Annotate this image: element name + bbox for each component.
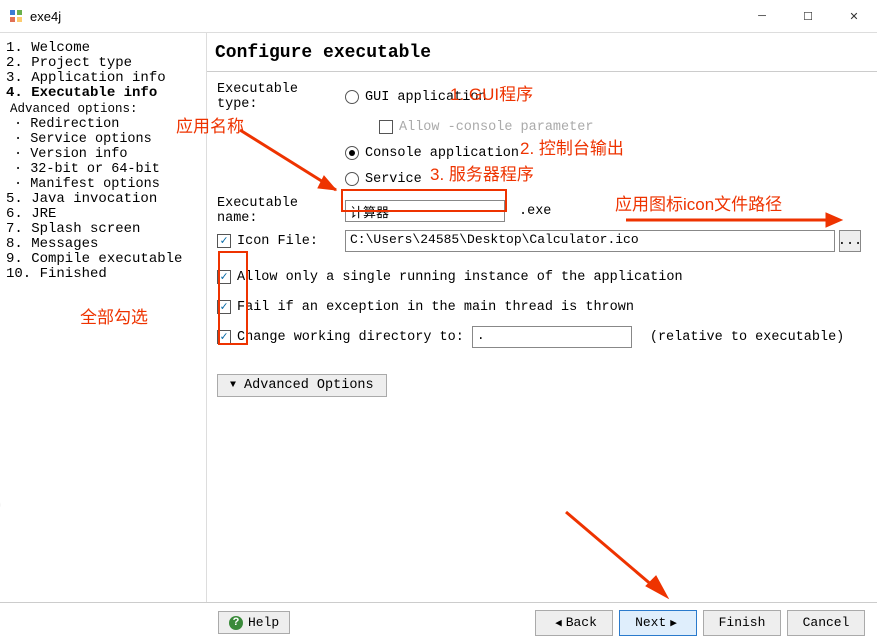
icon-path-input[interactable]: C:\Users\24585\Desktop\Calculator.ico: [345, 230, 835, 252]
radio-gui-label: GUI application: [365, 90, 487, 105]
step-executable-info[interactable]: 4. Executable info: [4, 86, 202, 101]
step-finished[interactable]: 10. Finished: [4, 267, 202, 282]
step-java-invocation[interactable]: 5. Java invocation: [4, 192, 202, 207]
step-welcome[interactable]: 1. Welcome: [4, 41, 202, 56]
exe-suffix: .exe: [519, 204, 551, 219]
step-messages[interactable]: 8. Messages: [4, 237, 202, 252]
working-dir-label: Change working directory to:: [237, 330, 464, 345]
exec-type-label: Executable type:: [217, 82, 345, 112]
fail-exception-label: Fail if an exception in the main thread …: [237, 300, 634, 315]
cancel-button[interactable]: Cancel: [787, 610, 865, 636]
step-compile-executable[interactable]: 9. Compile executable: [4, 252, 202, 267]
advanced-options-button[interactable]: ▼ Advanced Options: [217, 374, 387, 397]
help-button[interactable]: ? Help: [218, 611, 290, 634]
advanced-options-header: Advanced options:: [4, 102, 202, 117]
wizard-steps: 1. Welcome 2. Project type 3. Applicatio…: [0, 33, 206, 602]
working-dir-input[interactable]: .: [472, 326, 632, 348]
title-bar: exe4j ─ ☐ ✕: [0, 0, 877, 33]
browse-button[interactable]: ...: [839, 230, 861, 252]
checkbox-fail-exception[interactable]: [217, 300, 231, 314]
checkbox-icon-file[interactable]: [217, 234, 231, 248]
radio-gui[interactable]: [345, 90, 359, 104]
step-splash-screen[interactable]: 7. Splash screen: [4, 222, 202, 237]
step-manifest-options[interactable]: · Manifest options: [4, 177, 202, 192]
step-32-64-bit[interactable]: · 32-bit or 64-bit: [4, 162, 202, 177]
content-pane: Configure executable Executable type: GU…: [206, 33, 877, 602]
arrow-right-icon: ▶: [670, 616, 677, 630]
step-service-options[interactable]: · Service options: [4, 132, 202, 147]
back-button[interactable]: ◀Back: [535, 610, 613, 636]
single-instance-label: Allow only a single running instance of …: [237, 270, 683, 285]
maximize-button[interactable]: ☐: [785, 0, 831, 32]
help-icon: ?: [229, 616, 243, 630]
advanced-options-label: Advanced Options: [244, 378, 374, 393]
radio-console-label: Console application: [365, 146, 519, 161]
checkbox-single-instance[interactable]: [217, 270, 231, 284]
working-dir-hint: (relative to executable): [650, 330, 844, 345]
step-redirection[interactable]: · Redirection: [4, 117, 202, 132]
arrow-left-icon: ◀: [555, 616, 562, 630]
step-project-type[interactable]: 2. Project type: [4, 56, 202, 71]
step-version-info[interactable]: · Version info: [4, 147, 202, 162]
app-icon: [8, 8, 24, 24]
radio-service[interactable]: [345, 172, 359, 186]
radio-console[interactable]: [345, 146, 359, 160]
checkbox-allow-console[interactable]: [379, 120, 393, 134]
close-button[interactable]: ✕: [831, 0, 877, 32]
help-label: Help: [248, 615, 279, 630]
wizard-footer: ? Help ◀Back Next▶ Finish Cancel: [0, 602, 877, 642]
radio-service-label: Service: [365, 172, 422, 187]
minimize-button[interactable]: ─: [739, 0, 785, 32]
page-title: Configure executable: [207, 33, 877, 72]
allow-console-label: Allow -console parameter: [399, 120, 593, 135]
icon-file-label: Icon File:: [237, 234, 345, 249]
step-jre[interactable]: 6. JRE: [4, 207, 202, 222]
exec-name-input[interactable]: 计算器: [345, 200, 505, 222]
checkbox-working-dir[interactable]: [217, 330, 231, 344]
chevron-down-icon: ▼: [230, 380, 236, 391]
finish-button[interactable]: Finish: [703, 610, 781, 636]
next-button[interactable]: Next▶: [619, 610, 697, 636]
window-title: exe4j: [30, 9, 739, 24]
exec-name-label: Executable name:: [217, 196, 345, 226]
step-application-info[interactable]: 3. Application info: [4, 71, 202, 86]
